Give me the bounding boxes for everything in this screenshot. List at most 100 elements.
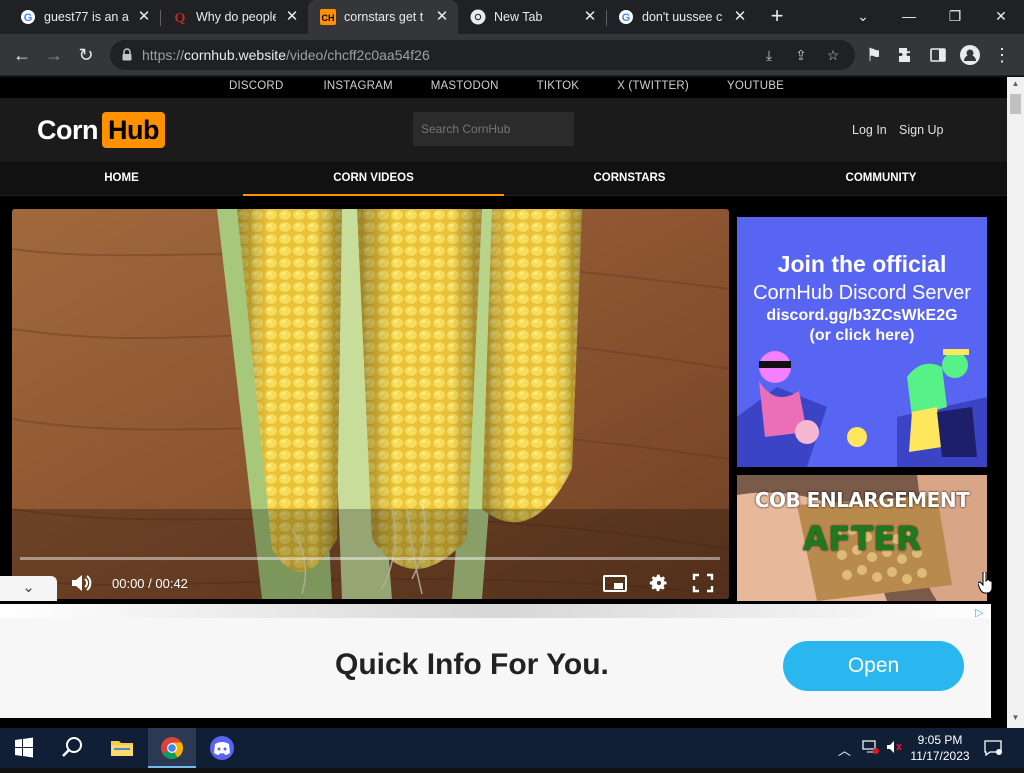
bookmark-star-icon[interactable]: ☆ xyxy=(823,45,843,65)
close-icon[interactable]: ✕ xyxy=(434,9,450,25)
banner-top-strip xyxy=(0,604,991,618)
file-explorer-icon[interactable] xyxy=(98,728,146,768)
nav-home[interactable]: HOME xyxy=(0,162,243,196)
browser-toolbar: ← → ↻ https://cornhub.website/video/chcf… xyxy=(0,34,1024,76)
video-player[interactable]: 00:00 / 00:42 xyxy=(12,209,729,599)
logo-hub: Hub xyxy=(102,112,165,148)
volume-muted-icon[interactable] xyxy=(886,740,902,757)
close-icon[interactable]: ✕ xyxy=(136,9,152,25)
discord-ad-line2: CornHub Discord Server xyxy=(753,282,971,304)
search-input[interactable] xyxy=(413,112,574,146)
instagram-link[interactable]: INSTAGRAM xyxy=(323,77,392,98)
new-tab-icon[interactable]: + xyxy=(766,5,788,28)
mastodon-link[interactable]: MASTODON xyxy=(431,77,499,98)
tab-title: cornstars get tr xyxy=(344,10,424,24)
chrome-icon xyxy=(470,9,486,25)
video-time: 00:00 / 00:42 xyxy=(112,576,188,591)
lock-icon xyxy=(122,48,132,61)
close-window-icon[interactable]: ✕ xyxy=(978,0,1024,34)
minimize-icon[interactable]: — xyxy=(886,0,932,34)
discord-characters-illustration xyxy=(737,349,987,467)
signup-link[interactable]: Sign Up xyxy=(899,123,943,137)
discord-ad-line1: Join the official xyxy=(777,251,947,277)
share-icon[interactable]: ⇪ xyxy=(791,45,811,65)
close-icon[interactable]: ✕ xyxy=(732,9,748,25)
browser-tab-active[interactable]: CH cornstars get tr ✕ xyxy=(308,0,458,34)
banner-open-button[interactable]: Open xyxy=(783,641,964,691)
logo-corn: Corn xyxy=(37,114,99,145)
windows-logo-icon xyxy=(15,737,33,758)
back-icon[interactable]: ← xyxy=(10,43,34,67)
nav-corn-videos[interactable]: CORN VIDEOS xyxy=(243,162,504,196)
tab-title: don't uussee c xyxy=(642,10,723,24)
tab-title: Why do people xyxy=(196,10,276,24)
volume-icon[interactable] xyxy=(70,573,94,593)
network-icon[interactable] xyxy=(862,740,880,757)
flag-icon[interactable]: ⚑ xyxy=(862,43,886,67)
scrollbar-thumb[interactable] xyxy=(1010,94,1021,114)
browser-tab[interactable]: Q Why do people ✕ xyxy=(160,0,308,34)
close-icon[interactable]: ✕ xyxy=(582,9,598,25)
chevron-down-icon: ⌄ xyxy=(22,579,35,596)
video-progress-bar[interactable] xyxy=(20,557,720,560)
site-header: Corn Hub Log In Sign Up xyxy=(0,98,1007,162)
profile-icon[interactable] xyxy=(958,43,982,67)
close-icon[interactable]: ✕ xyxy=(284,9,300,25)
forward-icon[interactable]: → xyxy=(42,43,66,67)
chrome-taskbar-icon[interactable] xyxy=(148,728,196,768)
discord-ad-invite: discord.gg/b3ZCsWkE2G xyxy=(766,307,958,324)
install-app-icon[interactable]: ⤓ xyxy=(759,45,779,65)
cornhub-icon: CH xyxy=(320,9,336,25)
login-link[interactable]: Log In xyxy=(852,123,887,137)
main-nav: HOME CORN VIDEOS CORNSTARS COMMUNITY xyxy=(0,162,1007,196)
discord-ad[interactable]: Join the official CornHub Discord Server… xyxy=(737,217,987,467)
clock-date: 11/17/2023 xyxy=(910,749,970,763)
settings-gear-icon[interactable] xyxy=(647,573,671,593)
svg-text:Q: Q xyxy=(175,11,186,25)
notifications-icon[interactable] xyxy=(984,740,1002,759)
adchoices-icon[interactable]: ▷ xyxy=(975,606,989,620)
tab-title: New Tab xyxy=(494,10,543,24)
url-text: https://cornhub.website/video/chcff2c0aa… xyxy=(142,47,430,63)
svg-text:G: G xyxy=(622,12,631,24)
fullscreen-icon[interactable] xyxy=(691,573,715,593)
quora-icon: Q xyxy=(172,9,188,26)
url-path: /video/chcff2c0aa54f26 xyxy=(285,47,430,63)
restore-icon[interactable]: ❐ xyxy=(932,0,978,34)
bottom-banner-ad[interactable]: ▷ Quick Info For You. Open xyxy=(0,604,991,718)
system-clock[interactable]: 9:05 PM 11/17/2023 xyxy=(905,732,975,764)
windows-taskbar: ︿ 9:05 PM 11/17/2023 xyxy=(0,728,1024,768)
discord-link[interactable]: DISCORD xyxy=(229,77,283,98)
google-icon: G xyxy=(618,9,634,25)
banner-headline: Quick Info For You. xyxy=(335,648,609,681)
youtube-link[interactable]: YOUTUBE xyxy=(727,77,784,98)
discord-taskbar-icon[interactable] xyxy=(198,728,246,768)
collapse-ad-button[interactable]: ⌄ xyxy=(0,576,57,601)
tiktok-link[interactable]: TIKTOK xyxy=(537,77,580,98)
chevron-up-icon[interactable]: ︿ xyxy=(838,740,851,759)
cob-enlargement-ad[interactable]: COB ENLARGEMENT AFTER xyxy=(737,475,987,601)
address-bar[interactable]: https://cornhub.website/video/chcff2c0aa… xyxy=(110,40,855,70)
cob-ad-title: COB ENLARGEMENT xyxy=(754,488,970,512)
scroll-up-icon[interactable]: ▲ xyxy=(1010,79,1021,91)
clock-time: 9:05 PM xyxy=(917,733,963,747)
picture-in-picture-icon[interactable] xyxy=(603,573,627,593)
svg-text:CH: CH xyxy=(322,13,335,23)
extensions-icon[interactable] xyxy=(894,43,918,67)
browser-tab[interactable]: G guest77 is an a ✕ xyxy=(8,0,160,34)
tab-search-icon[interactable]: ⌄ xyxy=(840,0,886,34)
reload-icon[interactable]: ↻ xyxy=(74,43,98,67)
side-panel-icon[interactable] xyxy=(926,43,950,67)
site-logo[interactable]: Corn Hub xyxy=(37,112,165,148)
twitter-link[interactable]: X (TWITTER) xyxy=(617,77,689,98)
browser-tab[interactable]: New Tab ✕ xyxy=(458,0,606,34)
browser-tab[interactable]: G don't uussee c ✕ xyxy=(606,0,756,34)
nav-community[interactable]: COMMUNITY xyxy=(755,162,1007,196)
social-links-bar: DISCORD INSTAGRAM MASTODON TIKTOK X (TWI… xyxy=(0,77,1007,98)
scroll-down-icon[interactable]: ▼ xyxy=(1010,713,1021,725)
start-button[interactable] xyxy=(0,728,48,768)
search-icon[interactable] xyxy=(48,728,96,768)
menu-kebab-icon[interactable]: ⋮ xyxy=(990,43,1014,67)
page-scrollbar[interactable]: ▲ ▼ xyxy=(1007,77,1024,728)
nav-cornstars[interactable]: CORNSTARS xyxy=(504,162,755,196)
